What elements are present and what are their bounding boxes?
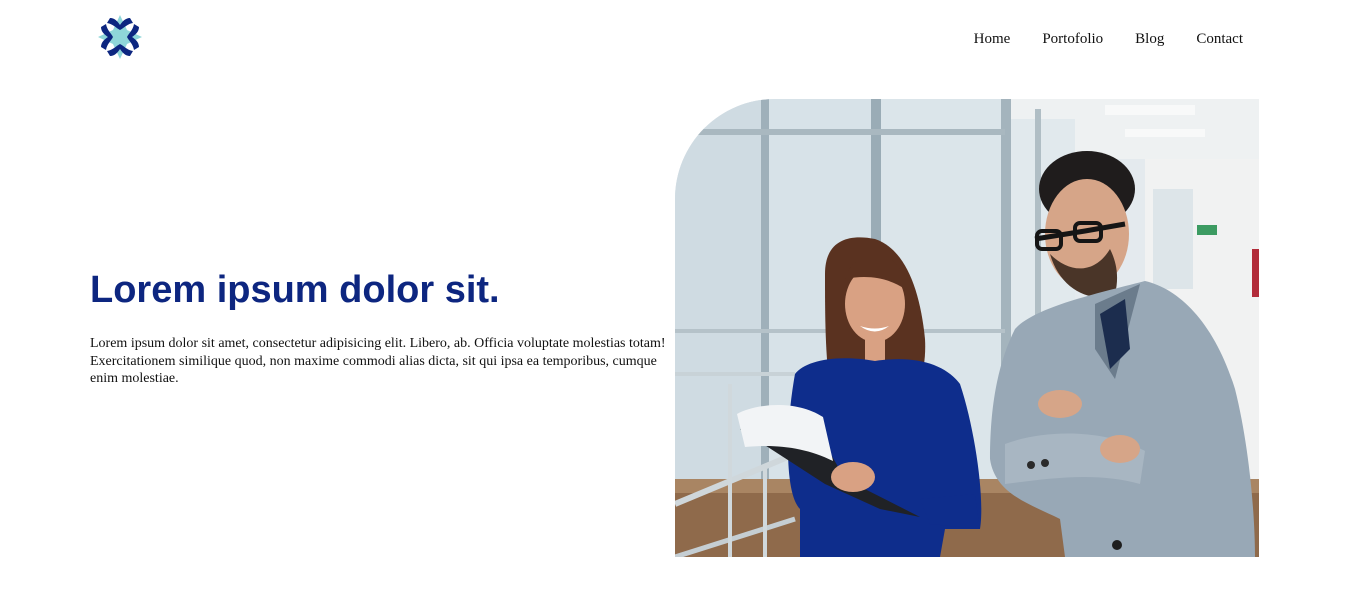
hero-title: Lorem ipsum dolor sit.	[90, 269, 500, 311]
logo-mark	[98, 15, 142, 59]
hero-description: Lorem ipsum dolor sit amet, consectetur …	[90, 336, 666, 386]
nav-link-blog[interactable]: Blog	[1135, 30, 1164, 48]
hero-photo	[675, 99, 1259, 557]
landing-page: Home Portofolio Blog Contact Lorem ipsum…	[0, 0, 1348, 598]
nav-link-portofolio[interactable]: Portofolio	[1042, 30, 1103, 48]
main-nav: Home Portofolio Blog Contact	[974, 30, 1243, 48]
office-colleagues-illustration	[675, 99, 1259, 557]
nav-link-home[interactable]: Home	[974, 30, 1011, 48]
nav-link-contact[interactable]: Contact	[1196, 30, 1243, 48]
brand-logo-icon[interactable]	[97, 14, 143, 60]
